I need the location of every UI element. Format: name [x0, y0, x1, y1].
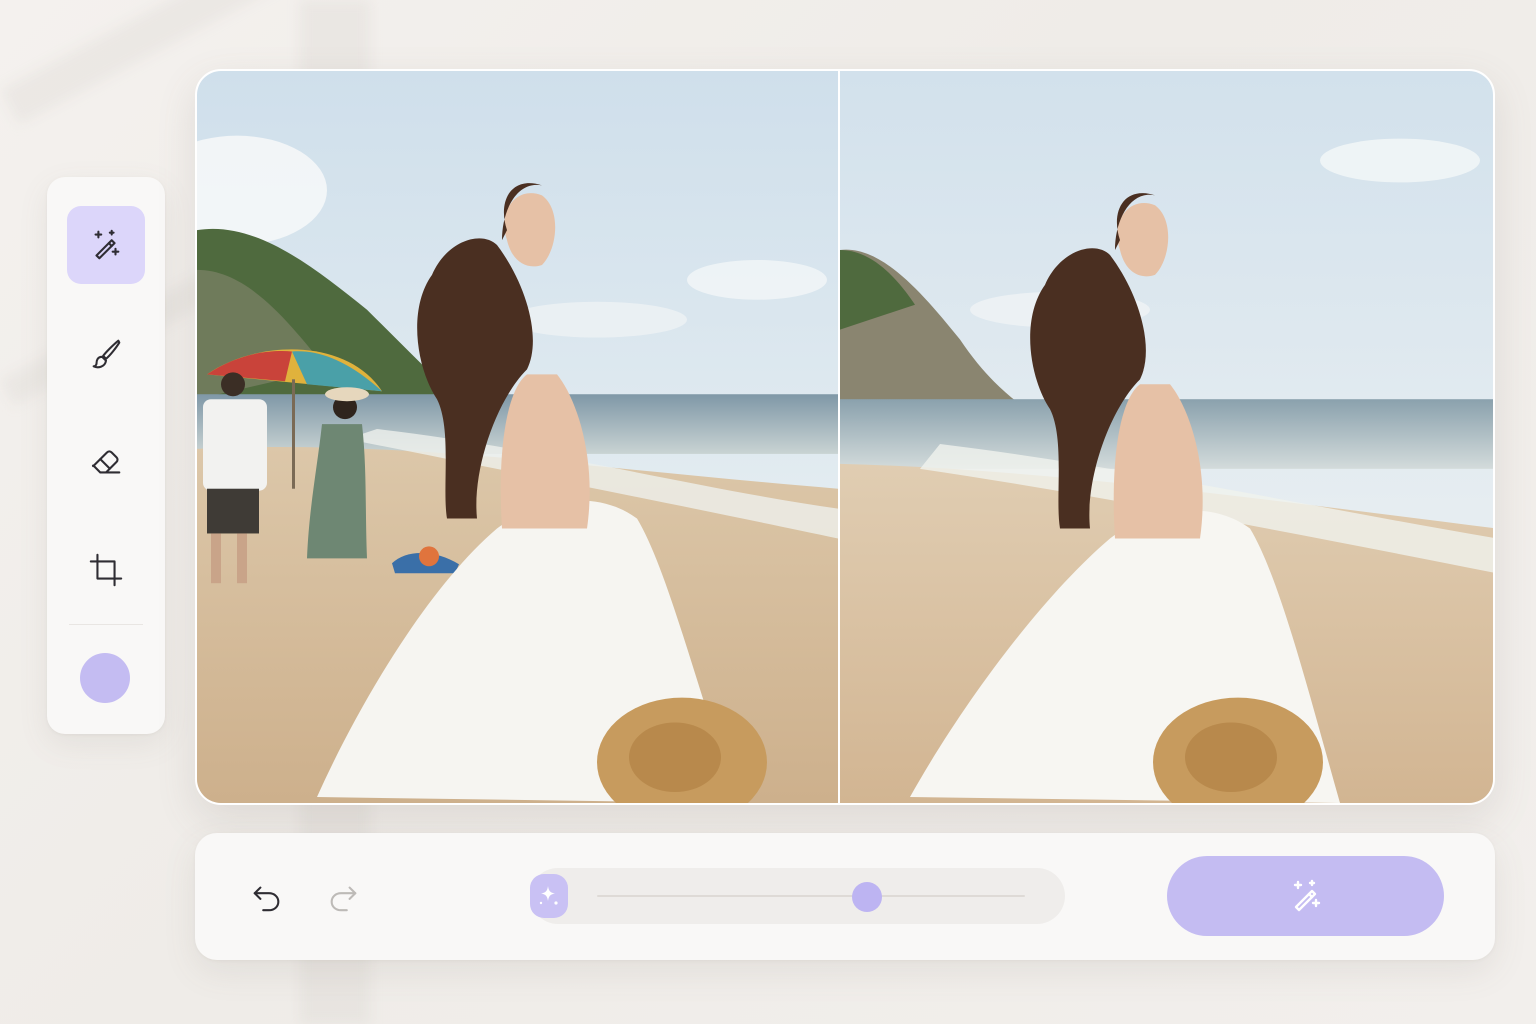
sparkle-icon: [539, 886, 558, 905]
brush-icon: [92, 339, 121, 369]
before-photo: [197, 71, 838, 803]
undo-button[interactable]: [247, 877, 287, 917]
rail-divider: [69, 624, 143, 625]
redo-icon: [330, 886, 357, 912]
eraser-icon: [91, 450, 121, 474]
crop-tool-button[interactable]: [67, 531, 145, 609]
tool-rail: [47, 177, 165, 734]
sparkle-badge: [530, 874, 568, 918]
magic-wand-icon: [1293, 879, 1320, 912]
photo-canvas: [195, 69, 1495, 805]
strength-slider[interactable]: [530, 868, 1065, 924]
undo-icon: [253, 886, 280, 912]
redo-button[interactable]: [323, 877, 363, 917]
brush-tool-button[interactable]: [67, 315, 145, 393]
crop-icon: [89, 553, 123, 587]
slider-track[interactable]: [597, 895, 1025, 897]
beach-scene-before: [197, 71, 838, 803]
slider-thumb[interactable]: [851, 882, 882, 912]
magic-wand-tool-button[interactable]: [67, 206, 145, 284]
magic-wand-icon: [94, 229, 120, 260]
color-swatch[interactable]: [80, 653, 130, 703]
apply-magic-button[interactable]: [1167, 856, 1444, 936]
eraser-tool-button[interactable]: [67, 423, 145, 501]
beach-scene-after: [840, 71, 1493, 803]
after-photo: [840, 71, 1493, 803]
bottom-toolbar: [195, 833, 1495, 960]
